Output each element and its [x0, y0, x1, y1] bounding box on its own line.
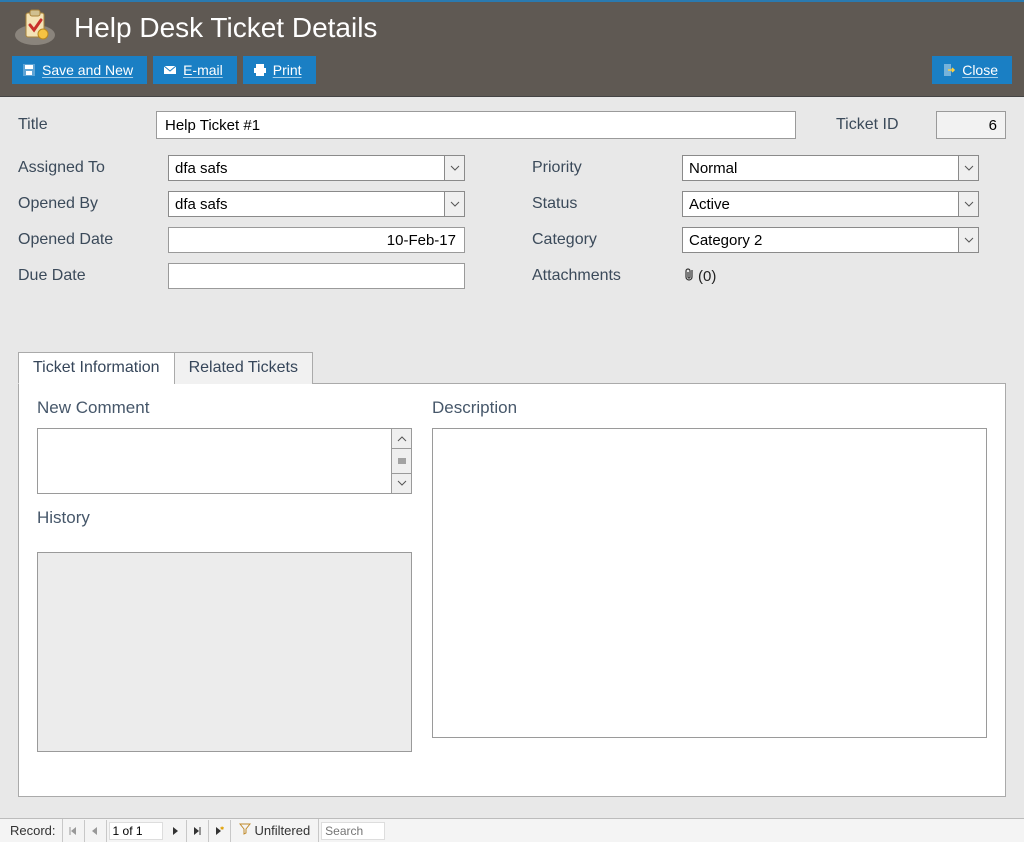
new-comment-label: New Comment — [37, 398, 412, 418]
description-box[interactable] — [432, 428, 987, 738]
spin-up-button[interactable] — [392, 429, 411, 449]
chevron-down-icon[interactable] — [444, 192, 464, 216]
header: Help Desk Ticket Details Save and New E-… — [0, 2, 1024, 97]
paperclip-icon — [682, 266, 696, 286]
email-button[interactable]: E-mail — [153, 56, 237, 84]
description-label: Description — [432, 398, 987, 418]
priority-combo[interactable]: Normal — [682, 155, 979, 181]
assigned-to-combo[interactable]: dfa safs — [168, 155, 465, 181]
assigned-to-value: dfa safs — [169, 156, 444, 180]
close-label: Close — [962, 62, 998, 78]
priority-label: Priority — [532, 159, 682, 177]
opened-by-value: dfa safs — [169, 192, 444, 216]
due-date-input[interactable] — [168, 263, 465, 289]
chevron-down-icon[interactable] — [958, 228, 978, 252]
comment-spin — [391, 429, 411, 493]
new-comment-textarea[interactable] — [38, 429, 391, 493]
tab-related-tickets[interactable]: Related Tickets — [174, 352, 313, 384]
print-label: Print — [273, 62, 302, 78]
tab-ticket-information[interactable]: Ticket Information — [18, 352, 174, 384]
history-label: History — [37, 508, 412, 528]
title-label: Title — [18, 116, 126, 134]
category-label: Category — [532, 231, 682, 249]
chevron-down-icon[interactable] — [444, 156, 464, 180]
clipboard-icon — [12, 8, 58, 48]
ticket-id-value — [936, 111, 1006, 139]
close-button[interactable]: Close — [932, 56, 1012, 84]
spin-down-button[interactable] — [392, 474, 411, 493]
save-and-new-label: Save and New — [42, 62, 133, 78]
spin-grip-icon[interactable] — [392, 449, 411, 473]
filter-label: Unfiltered — [255, 823, 311, 838]
tabs-region: Ticket Information Related Tickets New C… — [18, 351, 1006, 797]
history-box — [37, 552, 412, 752]
record-navigation-bar: Record: ✱ Unfiltered — [0, 818, 1024, 842]
category-combo[interactable]: Category 2 — [682, 227, 979, 253]
toolbar: Save and New E-mail Print Close — [12, 56, 1012, 84]
email-label: E-mail — [183, 62, 223, 78]
status-combo[interactable]: Active — [682, 191, 979, 217]
tab-panel-ticket-information: New Comment History Description — [18, 383, 1006, 797]
print-button[interactable]: Print — [243, 56, 316, 84]
opened-date-label: Opened Date — [18, 231, 168, 249]
mail-icon — [163, 63, 177, 77]
print-icon — [253, 63, 267, 77]
record-position-input[interactable] — [109, 822, 163, 840]
save-and-new-button[interactable]: Save and New — [12, 56, 147, 84]
opened-date-input[interactable] — [168, 227, 465, 253]
save-icon — [22, 63, 36, 77]
filter-indicator[interactable]: Unfiltered — [231, 819, 320, 842]
due-date-label: Due Date — [18, 267, 168, 285]
opened-by-label: Opened By — [18, 195, 168, 213]
record-label: Record: — [4, 819, 63, 842]
form-content: Title Ticket ID Assigned To dfa safs Ope… — [0, 97, 1024, 821]
nav-prev-button[interactable] — [85, 820, 107, 842]
category-value: Category 2 — [683, 228, 958, 252]
opened-by-combo[interactable]: dfa safs — [168, 191, 465, 217]
new-comment-box — [37, 428, 412, 494]
priority-value: Normal — [683, 156, 958, 180]
nav-first-button[interactable] — [63, 820, 85, 842]
door-close-icon — [942, 63, 956, 77]
attachments-label: Attachments — [532, 267, 682, 285]
chevron-down-icon[interactable] — [958, 192, 978, 216]
nav-next-button[interactable] — [165, 820, 187, 842]
assigned-to-label: Assigned To — [18, 159, 168, 177]
attachments-control[interactable]: (0) — [682, 266, 716, 286]
page-title: Help Desk Ticket Details — [74, 12, 377, 44]
chevron-down-icon[interactable] — [958, 156, 978, 180]
status-value: Active — [683, 192, 958, 216]
svg-text:✱: ✱ — [220, 826, 224, 832]
funnel-icon — [239, 823, 251, 838]
status-label: Status — [532, 195, 682, 213]
nav-last-button[interactable] — [187, 820, 209, 842]
record-search-input[interactable] — [321, 822, 385, 840]
nav-new-record-button[interactable]: ✱ — [209, 820, 231, 842]
attachments-count: (0) — [698, 268, 716, 285]
title-input[interactable] — [156, 111, 796, 139]
ticket-id-label: Ticket ID — [836, 116, 906, 134]
